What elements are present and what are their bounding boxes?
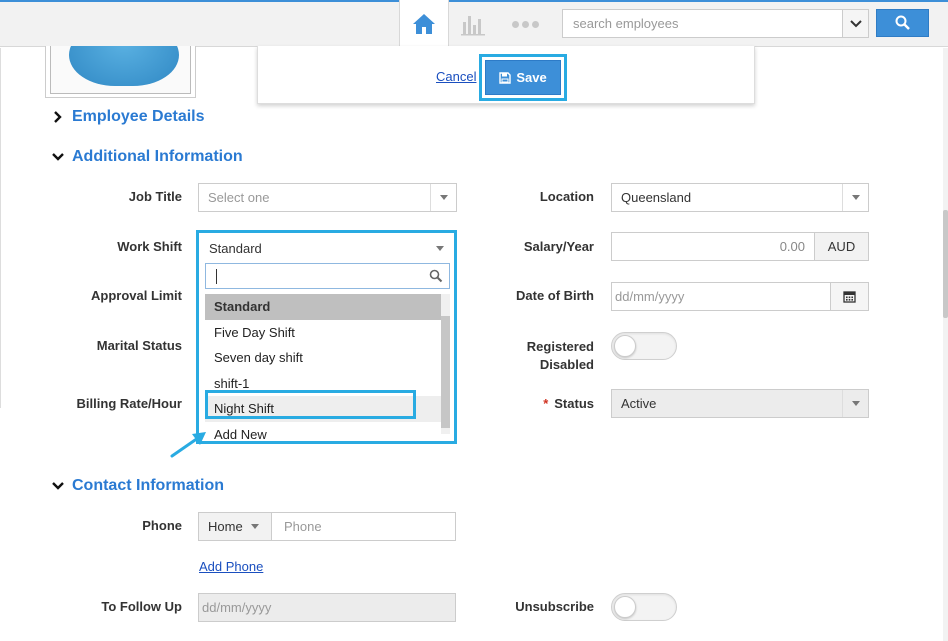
status-label: * Status [494,396,594,411]
phone-type-select[interactable]: Home [199,513,272,540]
employee-details-heading: Employee Details [72,108,205,125]
phone-field: Home Phone [198,512,456,541]
approval-limit-label: Approval Limit [90,288,182,303]
registered-disabled-label: Registered Disabled [494,338,594,374]
more-dot-icon [522,20,529,28]
location-value: Queensland [621,190,692,205]
save-button-label: Save [516,70,547,85]
dob-input[interactable]: dd/mm/yyyy [612,289,830,304]
nav-reports-button[interactable] [458,12,488,36]
salary-field: 0.00 AUD [611,232,869,261]
marital-status-label: Marital Status [96,338,182,353]
unsubscribe-label: Unsubscribe [515,599,594,614]
caret-down-icon [842,390,868,417]
toggle-knob [614,335,636,357]
nav-more-button[interactable] [512,14,544,34]
work-shift-select[interactable]: Standard [201,235,452,262]
job-title-placeholder: Select one [208,190,270,205]
employee-photo-frame [45,46,196,98]
location-select[interactable]: Queensland [611,183,869,212]
additional-information-toggle[interactable]: Additional Information [52,148,243,166]
option-add-new[interactable]: Add New [205,422,441,448]
caret-down-icon [250,524,259,529]
registered-disabled-label-line1: Registered [526,339,594,354]
to-follow-up-input[interactable]: dd/mm/yyyy [198,593,456,622]
search-button[interactable] [876,9,929,37]
to-follow-up-label: To Follow Up [101,599,182,614]
status-label-text: Status [554,396,594,411]
action-panel: Cancel Save [257,46,755,104]
calendar-icon [843,291,856,303]
chevron-down-icon [849,19,862,27]
contact-information-toggle[interactable]: Contact Information [52,477,224,495]
status-value: Active [621,396,657,411]
required-mark: * [543,396,549,411]
location-label: Location [539,189,594,204]
work-shift-options: Standard Five Day Shift Seven day shift … [205,294,441,447]
work-shift-search-input[interactable] [205,263,450,289]
job-title-select[interactable]: Select one [198,183,457,212]
caret-down-icon [428,235,452,262]
night-shift-callout-highlight [205,390,416,419]
unsubscribe-toggle[interactable] [611,593,677,621]
chevron-down-icon [52,480,64,492]
search-box [562,9,869,38]
dropdown-scrollbar-thumb[interactable] [441,316,450,428]
registered-disabled-label-line2: Disabled [539,357,594,372]
chevron-down-icon [52,151,64,163]
page-scrollbar[interactable] [943,48,948,641]
dob-label: Date of Birth [516,288,594,303]
phone-type-value: Home [208,519,243,534]
text-cursor [216,268,217,284]
option-seven-day-shift[interactable]: Seven day shift [205,345,441,371]
option-standard[interactable]: Standard [205,294,441,320]
currency-selector[interactable]: AUD [814,233,868,260]
search-icon [429,269,443,283]
phone-label: Phone [142,518,182,533]
dropdown-scrollbar[interactable] [441,294,450,434]
dob-calendar-button[interactable] [830,283,868,310]
dob-field: dd/mm/yyyy [611,282,869,311]
salary-input[interactable]: 0.00 [612,239,814,254]
salary-label: Salary/Year [523,239,594,254]
employee-details-toggle[interactable]: Employee Details [52,108,205,126]
page-scrollbar-thumb[interactable] [943,210,948,318]
save-callout-highlight: Save [479,54,567,101]
status-select[interactable]: Active [611,389,869,418]
more-dot-icon [532,20,539,28]
top-accent-line [0,0,948,2]
search-scope-dropdown[interactable] [842,10,868,37]
to-follow-up-placeholder: dd/mm/yyyy [202,600,272,615]
home-icon [413,13,435,34]
avatar-image [69,46,179,86]
toggle-knob [614,596,636,618]
chevron-right-icon [52,111,64,123]
save-button[interactable]: Save [485,60,561,95]
employee-photo[interactable] [50,46,191,94]
add-phone-link[interactable]: Add Phone [199,559,263,574]
search-input[interactable] [563,10,842,37]
more-dot-icon [512,20,519,28]
save-icon [499,71,512,84]
caret-down-icon [430,184,456,211]
phone-input[interactable]: Phone [272,519,455,534]
callout-arrow-icon [170,432,206,458]
billing-rate-label: Billing Rate/Hour [76,396,182,411]
left-border [0,48,1,408]
work-shift-value: Standard [209,241,262,256]
top-bar [0,0,948,47]
bar-chart-icon [461,16,485,36]
job-title-label: Job Title [128,189,182,204]
registered-disabled-toggle[interactable] [611,332,677,360]
work-shift-label: Work Shift [117,239,182,254]
search-icon [895,15,910,30]
cancel-link[interactable]: Cancel [436,69,476,84]
caret-down-icon [842,184,868,211]
option-five-day-shift[interactable]: Five Day Shift [205,320,441,346]
nav-home-button[interactable] [399,0,449,47]
additional-information-heading: Additional Information [72,148,243,165]
contact-information-heading: Contact Information [72,477,224,494]
